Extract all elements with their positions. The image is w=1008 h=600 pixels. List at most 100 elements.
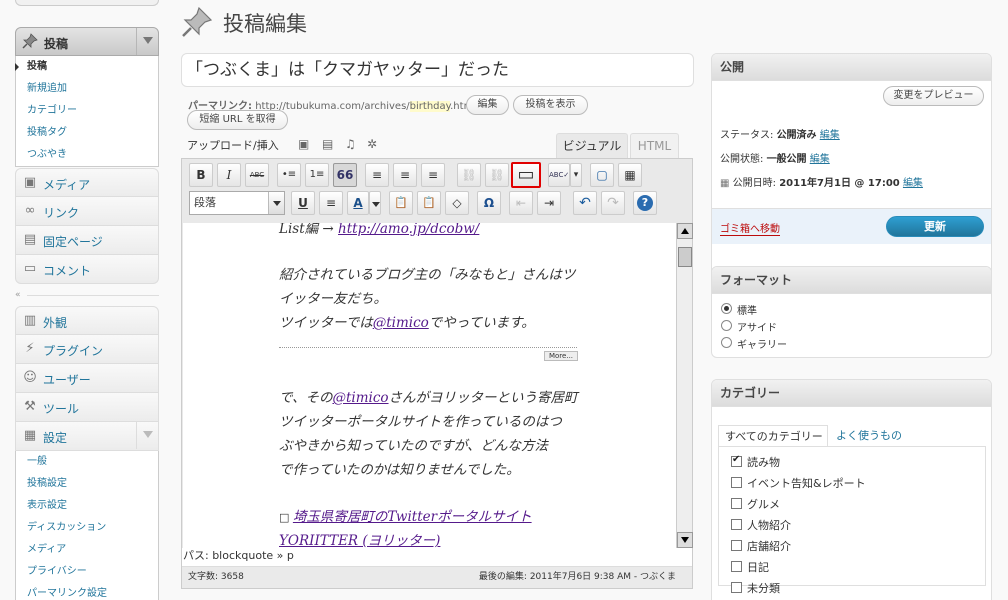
submenu-item-reading[interactable]: 表示設定 — [16, 495, 158, 517]
sidebar-item-appearance[interactable]: ▥ 外観 — [15, 306, 159, 335]
submenu-item-categories[interactable]: カテゴリー — [16, 100, 158, 122]
align-right-button[interactable]: ≡ — [421, 163, 445, 187]
submenu-item-tags[interactable]: 投稿タグ — [16, 122, 158, 144]
special-character-button[interactable]: Ω — [477, 191, 501, 215]
submenu-item-media[interactable]: メディア — [16, 539, 158, 561]
edit-status-link[interactable]: 編集 — [820, 130, 840, 141]
category-checkbox[interactable] — [731, 540, 742, 551]
fullscreen-button[interactable]: ▢ — [590, 163, 614, 187]
submenu-item-privacy[interactable]: プライバシー — [16, 561, 158, 583]
menu-toggle[interactable] — [136, 422, 158, 449]
scroll-thumb[interactable] — [678, 247, 692, 267]
paste-word-button[interactable]: 📋 — [417, 191, 441, 215]
menu-toggle[interactable] — [136, 28, 158, 55]
unlink-button[interactable]: ⛓ — [485, 163, 509, 187]
sidebar-item-posts[interactable]: 投稿 — [15, 27, 159, 56]
category-checkbox[interactable] — [731, 477, 742, 488]
format-radio-aside[interactable] — [721, 320, 732, 331]
add-image-icon[interactable]: ▣ — [298, 137, 309, 151]
scroll-down-icon[interactable] — [677, 532, 693, 548]
format-heading[interactable]: フォーマット — [712, 267, 991, 294]
italic-button[interactable]: I — [217, 163, 241, 187]
align-center-button[interactable]: ≡ — [393, 163, 417, 187]
sidebar-item-label: ツール — [43, 402, 80, 416]
scroll-up-icon[interactable] — [677, 223, 693, 239]
sidebar-item-settings[interactable]: ▦ 設定 — [15, 422, 159, 451]
outdent-button[interactable]: ⇤ — [509, 191, 533, 215]
edit-visibility-link[interactable]: 編集 — [810, 154, 830, 165]
sidebar-item-plugins[interactable]: ⚡ プラグイン — [15, 335, 159, 364]
sidebar-item-users[interactable]: ☺ ユーザー — [15, 364, 159, 393]
category-checkbox[interactable] — [731, 498, 742, 509]
content-link[interactable]: 埼玉県寄居町のTwitterポータルサイト — [293, 509, 532, 525]
text-color-dropdown[interactable] — [369, 191, 381, 215]
strikethrough-button[interactable]: ABC — [245, 163, 269, 187]
undo-button[interactable]: ↶ — [573, 191, 597, 215]
align-left-button[interactable]: ≡ — [365, 163, 389, 187]
bullet-list-button[interactable]: •≡ — [277, 163, 301, 187]
sidebar-item-tools[interactable]: ⚒ ツール — [15, 393, 159, 422]
category-checkbox[interactable] — [731, 519, 742, 530]
tab-visual[interactable]: ビジュアル — [556, 133, 628, 159]
submenu-item-general[interactable]: 一般 — [16, 451, 158, 473]
bold-button[interactable]: B — [189, 163, 213, 187]
menu-separator[interactable]: « — [15, 291, 159, 300]
view-post-button[interactable]: 投稿を表示 — [513, 95, 588, 115]
paste-text-button[interactable]: 📋 — [389, 191, 413, 215]
editor-scrollbar[interactable] — [676, 223, 693, 548]
indent-button[interactable]: ⇥ — [537, 191, 561, 215]
move-to-trash-link[interactable]: ゴミ箱へ移動 — [720, 220, 780, 236]
edit-permalink-button[interactable]: 編集 — [466, 95, 509, 115]
preview-changes-button[interactable]: 変更をプレビュー — [883, 86, 984, 106]
category-checkbox[interactable] — [731, 454, 742, 467]
help-button[interactable]: ? — [633, 191, 657, 215]
add-video-icon[interactable]: ▤ — [322, 137, 333, 151]
insert-link-button[interactable]: ⛓ — [457, 163, 481, 187]
tab-popular-categories[interactable]: よく使うもの — [836, 425, 902, 446]
content-link[interactable]: http://amo.jp/dcobw/ — [338, 223, 479, 237]
add-media-icon[interactable]: ✲ — [367, 137, 377, 151]
editor-content[interactable]: List編 → http://amo.jp/dcobw/ 紹介されているブログ主… — [183, 223, 676, 548]
sidebar-item-comments[interactable]: ▭ コメント — [15, 255, 159, 284]
kitchen-sink-button[interactable]: ▦ — [618, 163, 642, 187]
spellcheck-dropdown[interactable]: ▾ — [570, 163, 582, 187]
publish-box: 公開 変更をプレビュー ステータス: 公開済み 編集 公開状態: 一般公開 編集… — [711, 53, 992, 299]
update-button[interactable]: 更新 — [886, 216, 984, 237]
publish-heading[interactable]: 公開 — [712, 54, 991, 81]
get-shortlink-button[interactable]: 短縮 URL を取得 — [187, 110, 288, 130]
underline-button[interactable]: U — [291, 191, 315, 215]
justify-button[interactable]: ≡ — [319, 191, 343, 215]
submenu-item-all-posts[interactable]: 投稿 — [16, 56, 158, 78]
category-checkbox[interactable] — [731, 582, 742, 593]
sidebar-item-media[interactable]: ▣ メディア — [15, 168, 159, 197]
format-select[interactable]: 段落 — [189, 191, 285, 215]
format-radio-standard[interactable] — [721, 303, 732, 314]
redo-button[interactable]: ↷ — [601, 191, 625, 215]
categories-heading[interactable]: カテゴリー — [712, 380, 991, 407]
edit-date-link[interactable]: 編集 — [903, 178, 923, 189]
post-title-input[interactable]: 「つぶくま」は「クマガヤッター」だった — [181, 53, 694, 87]
remove-format-button[interactable]: ◇ — [445, 191, 469, 215]
tab-all-categories[interactable]: すべてのカテゴリー — [718, 425, 828, 446]
tab-html[interactable]: HTML — [630, 133, 679, 159]
content-link[interactable]: YORIITTER (ヨリッター) — [279, 533, 440, 548]
permalink-slug[interactable]: birthday — [409, 101, 451, 112]
insert-more-tag-button[interactable]: ▭ — [511, 162, 541, 188]
content-link[interactable]: @timico — [373, 315, 429, 331]
submenu-item-tweets[interactable]: つぶやき — [16, 144, 158, 166]
numbered-list-button[interactable]: 1≡ — [305, 163, 329, 187]
content-link[interactable]: @timico — [332, 390, 388, 406]
format-radio-gallery[interactable] — [721, 337, 732, 348]
sidebar-item-pages[interactable]: ▤ 固定ページ — [15, 226, 159, 255]
blockquote-button[interactable]: 66 — [333, 163, 357, 187]
spellcheck-button[interactable]: ABC✓ — [548, 163, 570, 187]
text-color-button[interactable]: A — [347, 191, 369, 215]
submenu-item-writing[interactable]: 投稿設定 — [16, 473, 158, 495]
sidebar-top-edge — [15, 0, 159, 6]
submenu-item-permalinks[interactable]: パーマリンク設定 — [16, 583, 158, 600]
sidebar-item-links[interactable]: ∞ リンク — [15, 197, 159, 226]
submenu-item-add-new[interactable]: 新規追加 — [16, 78, 158, 100]
submenu-item-discussion[interactable]: ディスカッション — [16, 517, 158, 539]
add-audio-icon[interactable]: ♫ — [345, 137, 356, 151]
category-checkbox[interactable] — [731, 561, 742, 572]
